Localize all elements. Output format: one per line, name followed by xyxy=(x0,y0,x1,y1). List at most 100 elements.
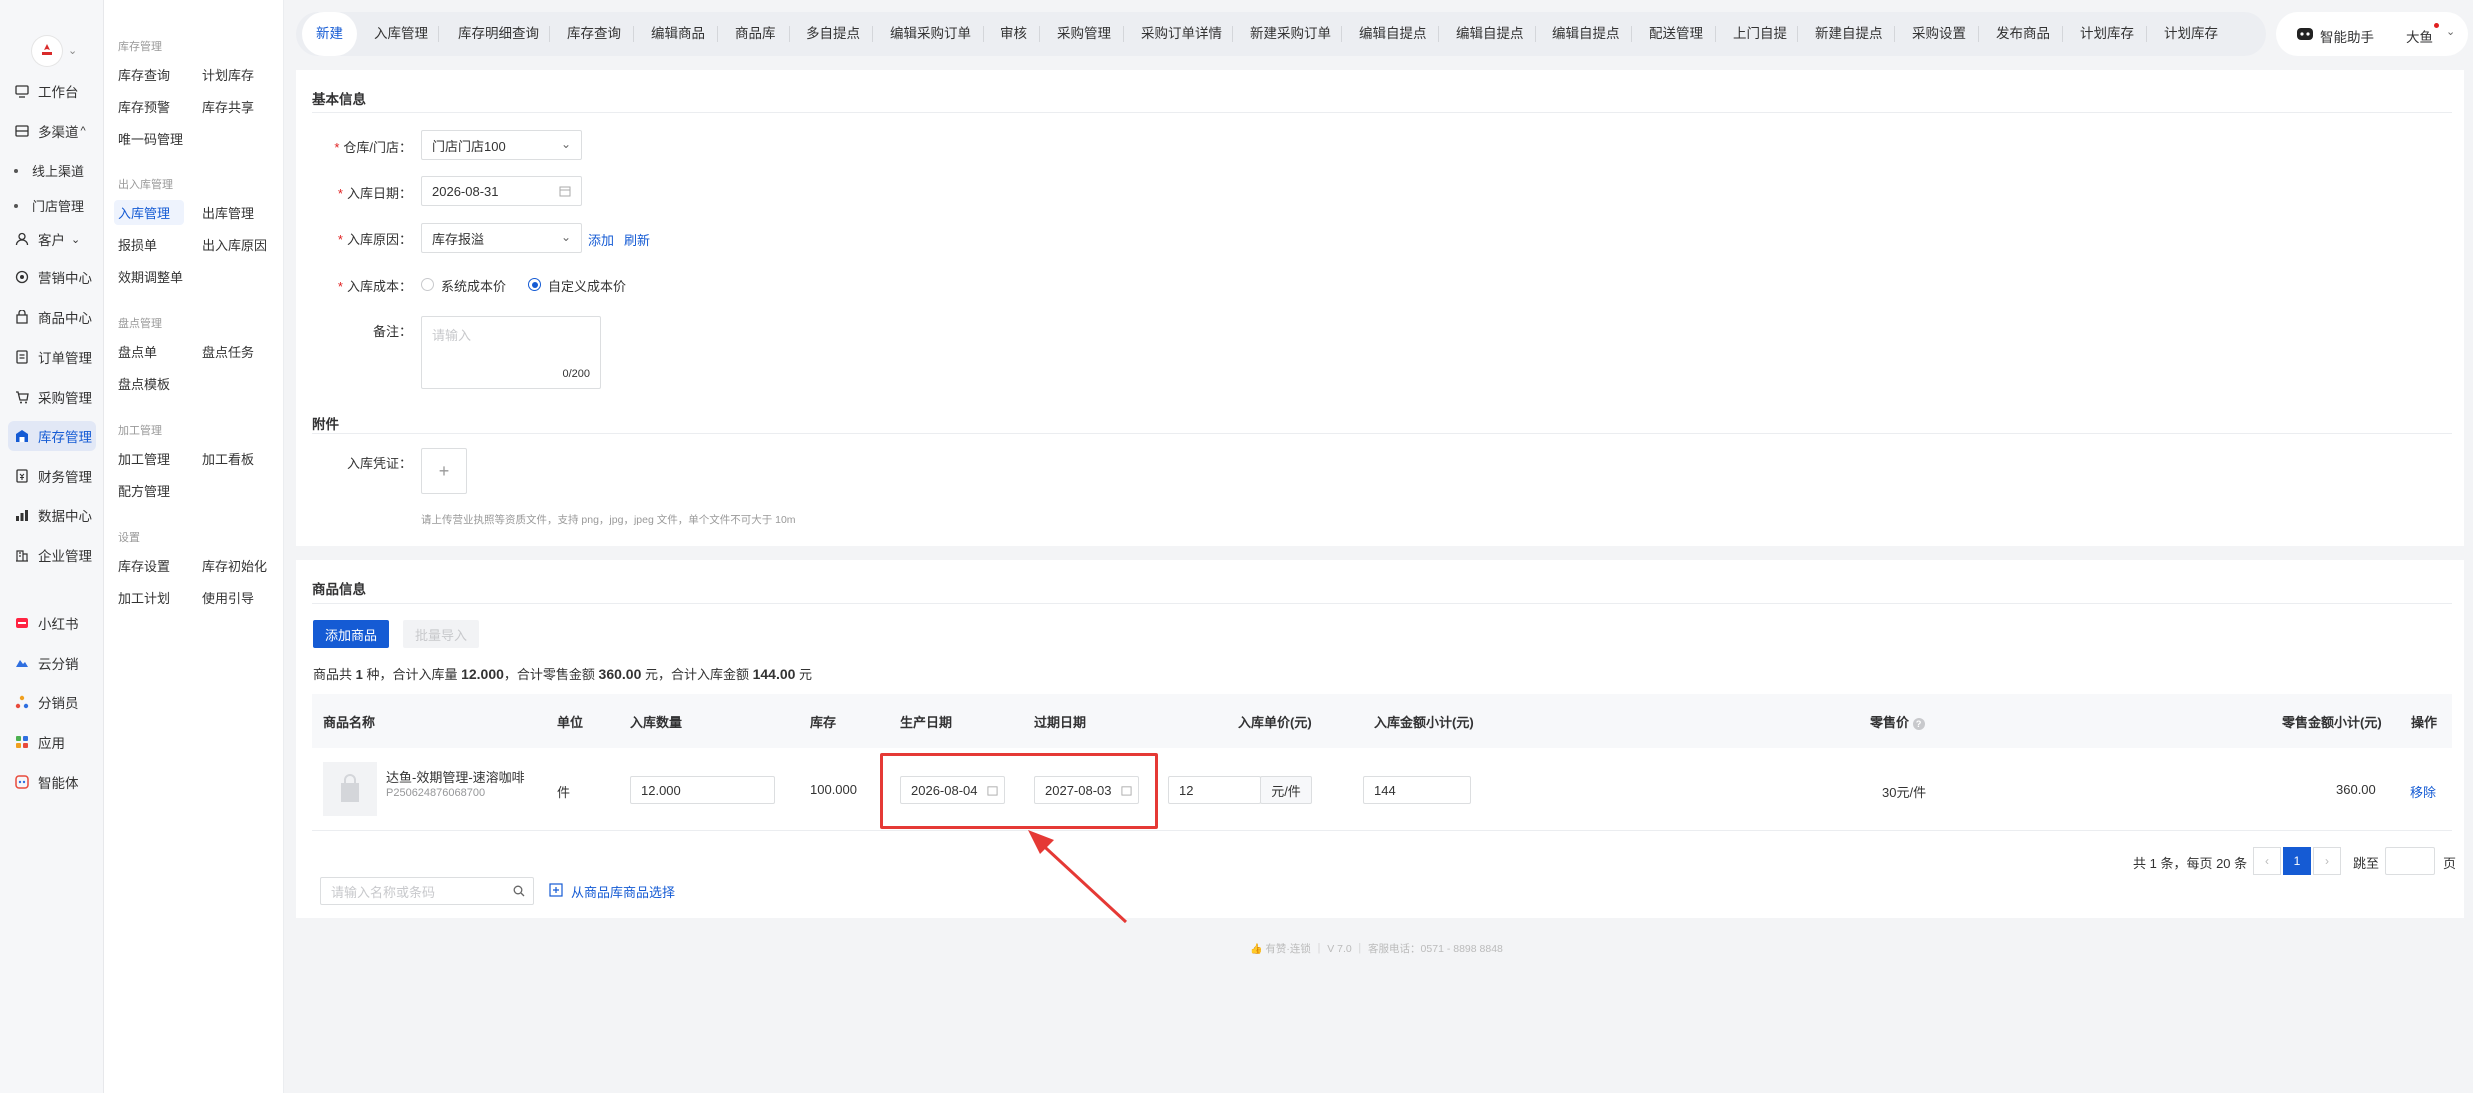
tab-edit-po[interactable]: 编辑采购订单 xyxy=(890,12,971,56)
submenu-item-stocktake[interactable]: 盘点单 xyxy=(114,339,161,364)
radio-custom-cost-label[interactable]: 自定义成本价 xyxy=(548,276,626,295)
inbound-date-picker[interactable]: 2026-08-31 xyxy=(421,176,582,206)
submenu-item-stocktake-template[interactable]: 盘点模板 xyxy=(114,371,174,396)
tab-purchase-settings[interactable]: 采购设置 xyxy=(1912,12,1966,56)
add-square-icon[interactable] xyxy=(549,883,563,900)
warehouse-select[interactable]: 门店门店100 ⌄ xyxy=(421,130,582,160)
pager-next-button[interactable]: › xyxy=(2313,847,2341,875)
price-unit-addon: 元/件 xyxy=(1260,776,1312,804)
pick-from-library-link[interactable]: 从商品库商品选择 xyxy=(571,882,675,901)
chevron-down-icon[interactable]: ⌄ xyxy=(2446,25,2455,38)
tab-stock-query[interactable]: 库存查询 xyxy=(567,12,621,56)
submenu-item-processing-plan[interactable]: 加工计划 xyxy=(114,585,174,610)
cloud-distribution-icon xyxy=(14,655,30,671)
submenu-item-stock-alert[interactable]: 库存预警 xyxy=(114,94,174,119)
user-menu[interactable]: 大鱼 xyxy=(2406,26,2433,46)
rail-item-agent[interactable]: 智能体 xyxy=(8,767,96,797)
refresh-reason-link[interactable]: 刷新 xyxy=(624,230,650,249)
rail-item-enterprise[interactable]: 企业管理 xyxy=(8,540,96,570)
batch-import-button[interactable]: 批量导入 xyxy=(403,620,479,648)
goods-search-input[interactable]: 请输入名称或条码 xyxy=(320,877,534,905)
rail-item-label: 智能体 xyxy=(38,776,79,791)
upload-hint: 请上传营业执照等资质文件，支持 png，jpg，jpeg 文件，单个文件不可大于… xyxy=(421,514,796,526)
tab-edit-pickup-3[interactable]: 编辑自提点 xyxy=(1552,12,1620,56)
submenu-item-io-reason[interactable]: 出入库原因 xyxy=(198,232,271,257)
rail-item-distributor[interactable]: 分销员 xyxy=(8,687,96,717)
submenu-item-stock-query[interactable]: 库存查询 xyxy=(114,62,174,87)
submenu-item-guide[interactable]: 使用引导 xyxy=(198,585,258,610)
submenu-item-damage-report[interactable]: 报损单 xyxy=(114,232,161,257)
add-goods-button[interactable]: 添加商品 xyxy=(313,620,389,648)
tab-new-po[interactable]: 新建采购订单 xyxy=(1250,12,1331,56)
tab-stock-detail[interactable]: 库存明细查询 xyxy=(458,12,539,56)
submenu-item-processing[interactable]: 加工管理 xyxy=(114,446,174,471)
remove-goods-link[interactable]: 移除 xyxy=(2410,782,2436,801)
radio-system-cost[interactable] xyxy=(421,278,434,291)
radio-system-cost-label[interactable]: 系统成本价 xyxy=(441,276,506,295)
tab-purchase[interactable]: 采购管理 xyxy=(1057,12,1111,56)
rail-item-marketing[interactable]: 营销中心 xyxy=(8,262,96,292)
rail-item-apps[interactable]: 应用 xyxy=(8,727,96,757)
rail-sub-online-channel[interactable]: 线上渠道 xyxy=(14,161,84,180)
rail-item-inventory[interactable]: 库存管理 xyxy=(8,421,96,451)
shop-logo[interactable] xyxy=(32,36,62,66)
tab-delivery[interactable]: 配送管理 xyxy=(1649,12,1703,56)
chevron-down-icon: ⌄ xyxy=(560,230,571,244)
upload-voucher-button[interactable]: + xyxy=(421,448,467,494)
tab-po-detail[interactable]: 采购订单详情 xyxy=(1141,12,1222,56)
radio-custom-cost[interactable] xyxy=(528,278,541,291)
rail-item-cloud-distribution[interactable]: 云分销 xyxy=(8,648,96,678)
rail-item-orders[interactable]: 订单管理 xyxy=(8,342,96,372)
rail-item-workbench[interactable]: 工作台 xyxy=(8,76,96,106)
rail-item-goods[interactable]: 商品中心 xyxy=(8,302,96,332)
tab-edit-goods[interactable]: 编辑商品 xyxy=(651,12,705,56)
add-reason-link[interactable]: 添加 xyxy=(588,230,614,249)
remark-label: 备注： xyxy=(372,324,412,339)
tab-new-pickup[interactable]: 新建自提点 xyxy=(1815,12,1883,56)
pager-page-1[interactable]: 1 xyxy=(2283,847,2311,875)
submenu-item-processing-board[interactable]: 加工看板 xyxy=(198,446,258,471)
amount-input[interactable]: 144 xyxy=(1363,776,1471,804)
rail-item-xiaohongshu[interactable]: 小红书 xyxy=(8,608,96,638)
col-unit-price: 入库单价(元) xyxy=(1238,715,1312,730)
submenu-item-expiry-adjust[interactable]: 效期调整单 xyxy=(114,264,187,289)
submenu-item-stock-settings[interactable]: 库存设置 xyxy=(114,553,174,578)
tab-planned-stock-2[interactable]: 计划库存 xyxy=(2164,12,2218,56)
assistant-button[interactable]: 智能助手 xyxy=(2320,26,2374,46)
submenu-item-planned-stock[interactable]: 计划库存 xyxy=(198,62,258,87)
tab-multi-pickup[interactable]: 多自提点 xyxy=(806,12,860,56)
pager-prev-button[interactable]: ‹ xyxy=(2253,847,2281,875)
rail-item-finance[interactable]: 财务管理 xyxy=(8,461,96,491)
submenu-item-stock-share[interactable]: 库存共享 xyxy=(198,94,258,119)
unit-price-input[interactable]: 12 xyxy=(1168,776,1261,804)
submenu-item-stock-init[interactable]: 库存初始化 xyxy=(198,553,271,578)
tab-edit-pickup-2[interactable]: 编辑自提点 xyxy=(1456,12,1524,56)
rail-item-customer[interactable]: 客户 ⌄ xyxy=(8,224,96,254)
reason-label: * 入库原因： xyxy=(337,232,412,247)
tab-new[interactable]: 新建 xyxy=(302,12,357,56)
rail-sub-store-management[interactable]: 门店管理 xyxy=(14,196,84,215)
submenu-item-outbound[interactable]: 出库管理 xyxy=(198,200,258,225)
rail-item-multichannel[interactable]: 多渠道 ^ xyxy=(8,116,96,146)
reason-select[interactable]: 库存报溢 ⌄ xyxy=(421,223,582,253)
rail-item-data[interactable]: 数据中心 xyxy=(8,500,96,530)
tab-inbound[interactable]: 入库管理 xyxy=(374,12,428,56)
tab-edit-pickup-1[interactable]: 编辑自提点 xyxy=(1359,12,1427,56)
voucher-label: 入库凭证： xyxy=(346,456,412,471)
col-goods-name: 商品名称 xyxy=(323,715,376,730)
retail-price: 30元/件 xyxy=(1882,785,1927,800)
submenu-item-stocktake-task[interactable]: 盘点任务 xyxy=(198,339,258,364)
tab-planned-stock-1[interactable]: 计划库存 xyxy=(2080,12,2134,56)
rail-item-purchase[interactable]: 采购管理 xyxy=(8,382,96,412)
pager-jump-input[interactable] xyxy=(2385,847,2435,875)
tab-publish-goods[interactable]: 发布商品 xyxy=(1996,12,2050,56)
submenu-item-formula[interactable]: 配方管理 xyxy=(114,478,174,503)
qty-input[interactable]: 12.000 xyxy=(630,776,775,804)
tab-review[interactable]: 审核 xyxy=(1000,12,1027,56)
tab-door-pickup[interactable]: 上门自提 xyxy=(1733,12,1787,56)
submenu-item-inbound[interactable]: 入库管理 xyxy=(114,200,184,225)
chevron-down-icon[interactable]: ⌄ xyxy=(68,44,77,57)
submenu-item-unique-code[interactable]: 唯一码管理 xyxy=(114,126,187,151)
tab-goods-library[interactable]: 商品库 xyxy=(735,12,776,56)
remark-textarea[interactable]: 请输入 0/200 xyxy=(421,316,601,389)
